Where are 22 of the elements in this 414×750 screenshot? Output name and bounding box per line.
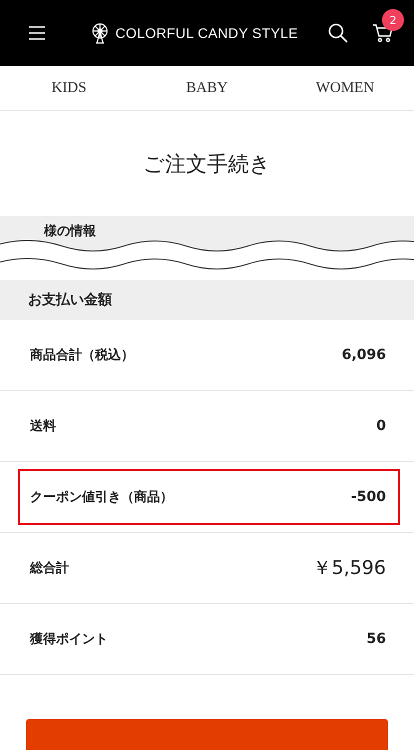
section-heading: お支払い金額 (28, 291, 112, 309)
cart-icon[interactable] (372, 23, 394, 43)
cart-count-badge: 2 (382, 9, 404, 31)
logo-text[interactable]: COLORFUL CANDY STYLE (115, 25, 298, 41)
row-label: 送料 (30, 418, 56, 435)
row-value: 6,096 (342, 347, 386, 363)
row-value: 0 (376, 418, 386, 434)
row-label: 獲得ポイント (30, 631, 108, 648)
section-heading: 様の情報 (44, 223, 96, 240)
row-label: 総合計 (30, 560, 69, 577)
ferris-wheel-icon (90, 22, 110, 44)
row-value: 56 (366, 631, 386, 647)
category-link[interactable]: BABY (138, 80, 276, 96)
row-label: 商品合計（税込） (30, 346, 134, 364)
category-link[interactable]: KIDS (0, 80, 138, 96)
category-link[interactable]: WOMEN (276, 80, 414, 96)
row-value: -500 (350, 489, 386, 505)
row-label: クーポン値引き（商品） (30, 488, 173, 506)
row-value: ￥5,596 (312, 556, 386, 581)
search-icon[interactable] (328, 23, 348, 43)
page-title: ご注文手続き (142, 150, 272, 178)
menu-icon[interactable] (28, 25, 46, 41)
